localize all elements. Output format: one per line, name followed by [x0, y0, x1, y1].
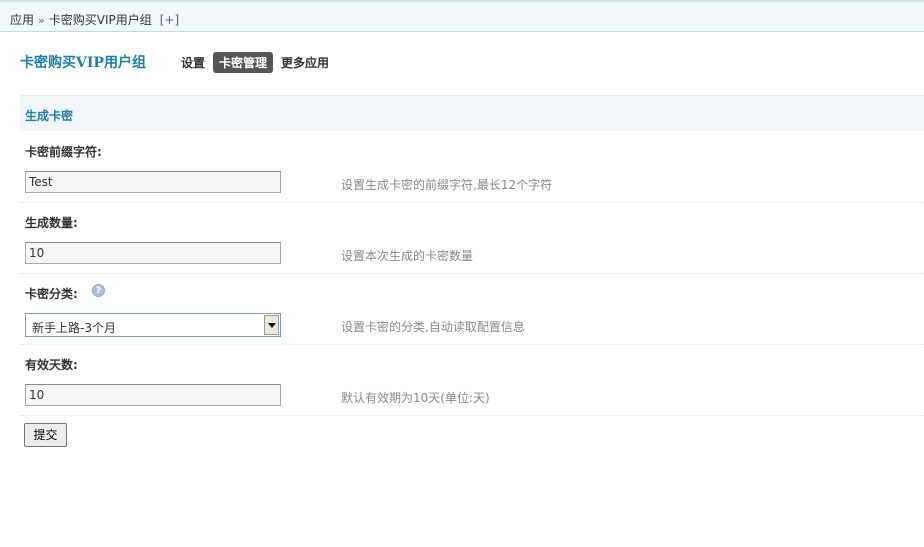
count-hint: 设置本次生成的卡密数量	[341, 249, 474, 263]
breadcrumb-separator-icon: »	[38, 14, 45, 27]
row-divider	[20, 415, 924, 416]
valid-days-hint: 默认有效期为10天(单位:天)	[341, 391, 490, 405]
count-input[interactable]	[25, 242, 281, 264]
category-label: 卡密分类:	[25, 287, 78, 301]
prefix-label: 卡密前缀字符:	[25, 145, 102, 159]
submit-button[interactable]: 提交	[24, 423, 67, 447]
prefix-input[interactable]	[25, 171, 281, 193]
row-divider	[20, 344, 924, 345]
row-divider	[20, 202, 924, 203]
category-select[interactable]: 新手上路-3个月	[25, 313, 281, 337]
count-label: 生成数量:	[25, 216, 78, 230]
tab-more-apps[interactable]: 更多应用	[275, 52, 335, 73]
valid-days-input[interactable]	[25, 384, 281, 406]
chevron-down-icon[interactable]	[264, 315, 279, 335]
row-divider	[20, 273, 924, 274]
tab-bar: 设置 卡密管理 更多应用	[175, 51, 337, 73]
valid-days-label: 有效天数:	[25, 358, 78, 372]
breadcrumb: 应用 » 卡密购买VIP用户组 [+]	[10, 11, 179, 28]
tab-settings[interactable]: 设置	[175, 52, 211, 73]
breadcrumb-current: 卡密购买VIP用户组	[48, 13, 152, 27]
app-title: 卡密购买VIP用户组	[20, 55, 146, 71]
prefix-hint: 设置生成卡密的前缀字符,最长12个字符	[341, 178, 553, 192]
category-hint: 设置卡密的分类,自动读取配置信息	[341, 320, 525, 334]
category-selected-value: 新手上路-3个月	[32, 321, 116, 335]
add-shortcut-link[interactable]: [+]	[160, 13, 179, 27]
section-title: 生成卡密	[25, 109, 74, 123]
help-icon[interactable]: ?	[92, 284, 105, 297]
section-header: 生成卡密	[20, 95, 924, 131]
top-bar: 应用 » 卡密购买VIP用户组 [+]	[0, 0, 924, 32]
tab-card-management[interactable]: 卡密管理	[213, 51, 274, 73]
breadcrumb-root[interactable]: 应用	[10, 13, 34, 27]
